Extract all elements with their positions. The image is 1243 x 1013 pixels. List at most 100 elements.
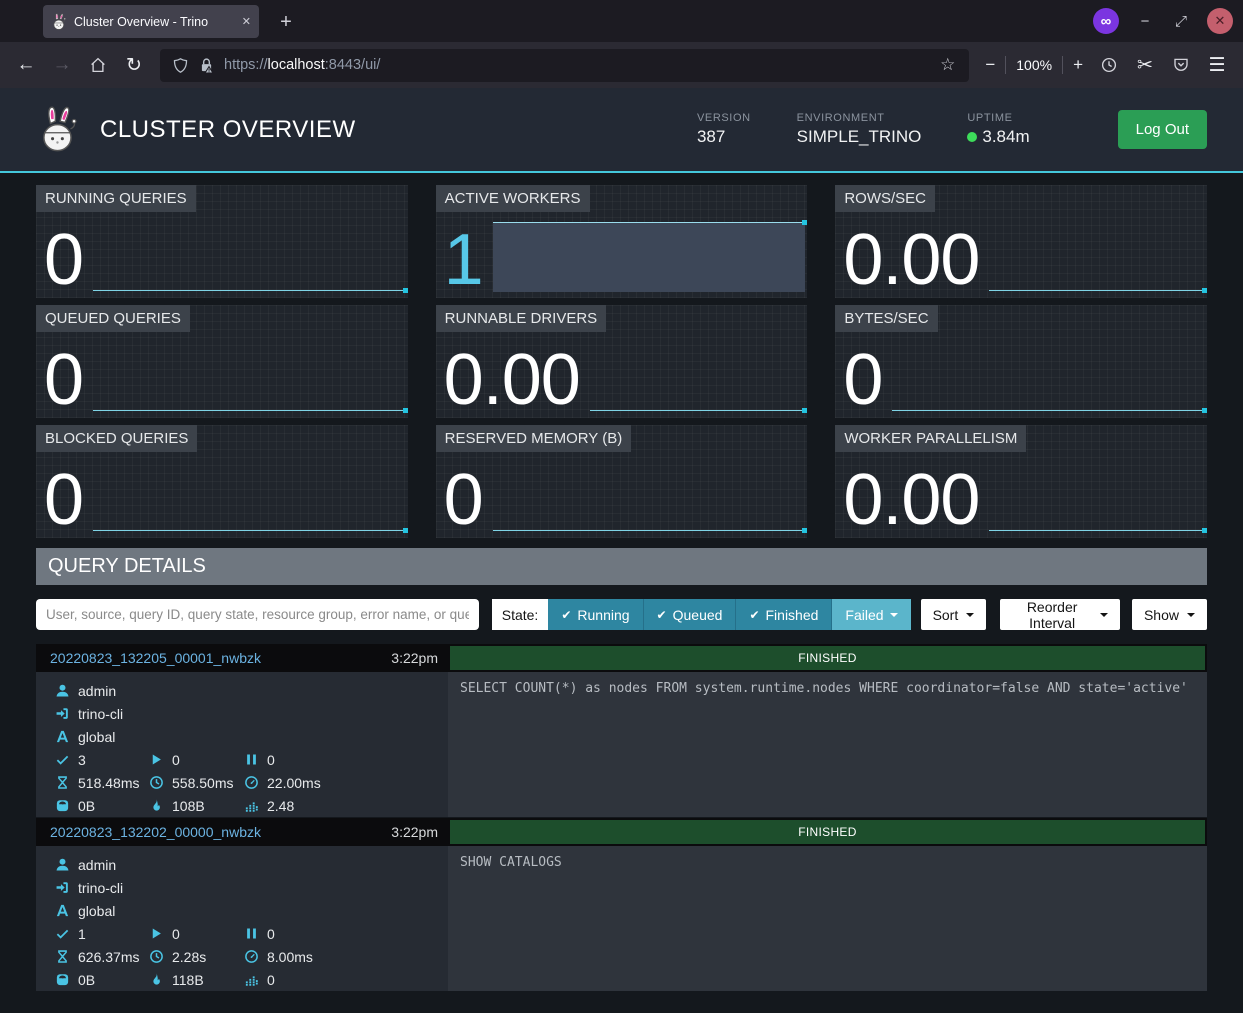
sign-in-icon (54, 880, 71, 896)
lock-warning-icon[interactable] (198, 57, 215, 74)
zoom-out-button[interactable]: − (985, 55, 995, 75)
tracking-shield-icon[interactable] (172, 57, 189, 74)
tile-worker-parallelism: WORKER PARALLELISM 0.00 (835, 425, 1207, 538)
cpu-time: 22.00ms (267, 775, 321, 791)
screenshot-scissors-icon[interactable]: ✂ (1129, 49, 1161, 81)
resource-group-font-icon (54, 903, 71, 919)
reload-button[interactable]: ↻ (118, 49, 150, 81)
sparkline (493, 216, 808, 296)
back-button[interactable]: ← (10, 49, 42, 81)
bookmark-star-icon[interactable]: ☆ (940, 55, 955, 75)
window-close-button[interactable]: ✕ (1207, 8, 1233, 34)
chevron-down-icon (1187, 613, 1195, 617)
reorder-interval-dropdown[interactable]: Reorder Interval (1000, 599, 1120, 630)
completed-splits: 1 (78, 926, 86, 942)
query-status-progressbar: FINISHED (450, 820, 1205, 844)
uptime-value: 3.84m (982, 127, 1029, 147)
query-search-input[interactable] (36, 599, 479, 630)
version-block: VERSION 387 (697, 112, 751, 147)
menu-hamburger-icon[interactable]: ☰ (1201, 49, 1233, 81)
window-minimize-button[interactable]: − (1135, 13, 1155, 30)
filter-finished-button[interactable]: ✔ Finished (735, 599, 831, 630)
new-tab-button[interactable]: + (272, 8, 300, 36)
url-text[interactable]: https://localhost:8443/ui/ (224, 57, 931, 73)
check-icon: ✔ (749, 608, 759, 622)
parallelism-chart-icon (243, 798, 260, 814)
separator (1005, 56, 1006, 74)
page-title: CLUSTER OVERVIEW (100, 116, 356, 144)
elapsed-time: 558.50ms (172, 775, 233, 791)
tile-label: RESERVED MEMORY (B) (436, 425, 632, 452)
window-restore-button[interactable]: ⤢ (1171, 13, 1191, 30)
running-splits: 0 (172, 752, 180, 768)
tile-value: 0.00 (843, 224, 979, 296)
memory-scale-icon (54, 798, 71, 814)
tile-value: 0.00 (843, 464, 979, 536)
tile-label: BLOCKED QUERIES (36, 425, 197, 452)
tile-value: 0 (444, 464, 483, 536)
extension-mask-icon[interactable]: ∞ (1093, 8, 1119, 34)
query-id-link[interactable]: 20220823_132202_00000_nwbzk (50, 824, 261, 840)
filter-running-button[interactable]: ✔ Running (548, 599, 642, 630)
sparkline (93, 216, 408, 296)
flame-icon (148, 798, 165, 814)
cumulative-memory: 118B (172, 972, 204, 988)
parallelism-chart-icon (243, 972, 260, 988)
filter-failed-dropdown[interactable]: Failed (831, 599, 910, 630)
show-dropdown[interactable]: Show (1132, 599, 1207, 630)
environment-block: ENVIRONMENT SIMPLE_TRINO (797, 112, 922, 147)
query-resource-group: global (78, 729, 115, 745)
uptime-label: UPTIME (967, 112, 1029, 124)
separator (1062, 56, 1063, 74)
forward-button[interactable]: → (46, 49, 78, 81)
query-source: trino-cli (78, 706, 123, 722)
tile-label: ROWS/SEC (835, 185, 935, 212)
url-host: localhost (268, 57, 325, 73)
tile-rows-sec: ROWS/SEC 0.00 (835, 185, 1207, 298)
query-filter-bar: State: ✔ Running ✔ Queued ✔ Finished Fai… (36, 599, 1207, 630)
tile-label: RUNNING QUERIES (36, 185, 196, 212)
logout-button[interactable]: Log Out (1118, 110, 1207, 149)
filter-queued-button[interactable]: ✔ Queued (643, 599, 736, 630)
sparkline (493, 456, 808, 536)
query-details-header: QUERY DETAILS (36, 548, 1207, 585)
query-user: admin (78, 683, 116, 699)
tab-close-icon[interactable]: ✕ (242, 15, 251, 28)
query-id-link[interactable]: 20220823_132205_00001_nwbzk (50, 650, 261, 666)
queued-splits: 0 (267, 752, 275, 768)
url-bar[interactable]: https://localhost:8443/ui/ ☆ (160, 49, 969, 82)
sign-in-icon (54, 706, 71, 722)
query-meta-panel: admin trino-cli global 1 0 (36, 846, 448, 991)
gauge-icon (243, 775, 260, 791)
zoom-in-button[interactable]: + (1073, 55, 1083, 75)
browser-toolbar: ← → ↻ https://localhost:8443/ui/ ☆ − 100… (0, 42, 1243, 88)
browser-tab[interactable]: Cluster Overview - Trino ✕ (43, 5, 259, 38)
queued-time: 626.37ms (78, 949, 139, 965)
environment-value: SIMPLE_TRINO (797, 127, 922, 147)
gauge-icon (243, 949, 260, 965)
query-source: trino-cli (78, 880, 123, 896)
clock-icon (148, 949, 165, 965)
tile-value: 0 (843, 344, 882, 416)
running-splits: 0 (172, 926, 180, 942)
sort-dropdown[interactable]: Sort (921, 599, 987, 630)
query-status-progressbar: FINISHED (450, 646, 1205, 670)
play-icon (148, 926, 165, 942)
zoom-level[interactable]: 100% (1016, 57, 1052, 73)
sparkline (892, 336, 1207, 416)
parallelism: 2.48 (267, 798, 294, 814)
tile-value: 0 (44, 344, 83, 416)
query-time: 3:22pm (391, 824, 438, 840)
home-button[interactable] (82, 49, 114, 81)
pocket-icon[interactable] (1165, 49, 1197, 81)
query-user: admin (78, 857, 116, 873)
tile-queued-queries: QUEUED QUERIES 0 (36, 305, 408, 418)
completed-splits: 3 (78, 752, 86, 768)
pause-icon (243, 926, 260, 942)
version-label: VERSION (697, 112, 751, 124)
history-clock-icon[interactable] (1093, 49, 1125, 81)
tile-label: BYTES/SEC (835, 305, 937, 332)
query-time: 3:22pm (391, 650, 438, 666)
tile-runnable-drivers: RUNNABLE DRIVERS 0.00 (436, 305, 808, 418)
trino-cluster-overview-page: CLUSTER OVERVIEW VERSION 387 ENVIRONMENT… (0, 88, 1243, 1013)
